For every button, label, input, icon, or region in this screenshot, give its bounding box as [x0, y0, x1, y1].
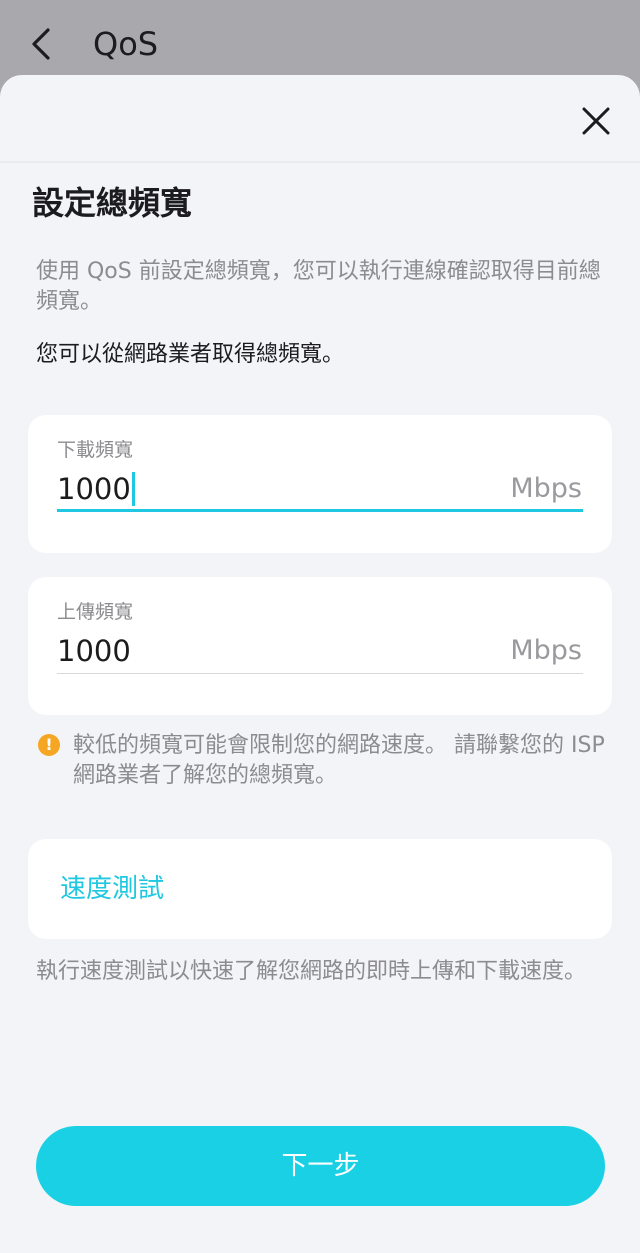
download-underline: [57, 509, 583, 512]
close-icon: [582, 107, 610, 135]
sheet-title: 設定總頻寬: [32, 184, 193, 222]
upload-label: 上傳頻寬: [57, 601, 134, 623]
upload-underline: [57, 673, 583, 674]
page-title: QoS: [93, 25, 159, 63]
bandwidth-warning: ! 較低的頻寬可能會限制您的網路速度。 請聯繫您的 ISP 網路業者了解您的總頻…: [36, 731, 616, 791]
download-input[interactable]: 1000: [57, 467, 135, 511]
isp-hint: 您可以從網路業者取得總頻寬。: [36, 342, 345, 367]
sheet-description: 使用 QoS 前設定總頻寬，您可以執行連線確認取得目前總頻寬。: [36, 259, 601, 314]
close-button[interactable]: [572, 97, 620, 145]
text-caret: [131, 472, 135, 506]
download-bandwidth-field[interactable]: 下載頻寬 1000 Mbps: [28, 415, 612, 553]
back-button[interactable]: [26, 26, 58, 62]
download-unit: Mbps: [510, 473, 582, 504]
exclamation-circle-icon: !: [38, 734, 60, 756]
download-value: 1000: [57, 472, 131, 506]
download-label: 下載頻寬: [57, 439, 134, 461]
upload-unit: Mbps: [510, 635, 582, 666]
warning-text: 較低的頻寬可能會限制您的網路速度。 請聯繫您的 ISP 網路業者了解您的總頻寬。: [73, 733, 605, 788]
sheet-topbar: [0, 75, 640, 163]
upload-input[interactable]: 1000: [57, 629, 131, 673]
speed-test-description: 執行速度測試以快速了解您網路的即時上傳和下載速度。: [36, 959, 587, 984]
chevron-left-icon: [32, 28, 50, 60]
upload-bandwidth-field[interactable]: 上傳頻寬 1000 Mbps: [28, 577, 612, 715]
speed-test-button[interactable]: 速度測試: [28, 839, 612, 939]
speed-test-label: 速度測試: [60, 874, 165, 904]
upload-value: 1000: [57, 634, 131, 668]
bandwidth-sheet: 設定總頻寬 使用 QoS 前設定總頻寬，您可以執行連線確認取得目前總頻寬。 您可…: [0, 75, 640, 1253]
next-button[interactable]: 下一步: [36, 1126, 605, 1206]
